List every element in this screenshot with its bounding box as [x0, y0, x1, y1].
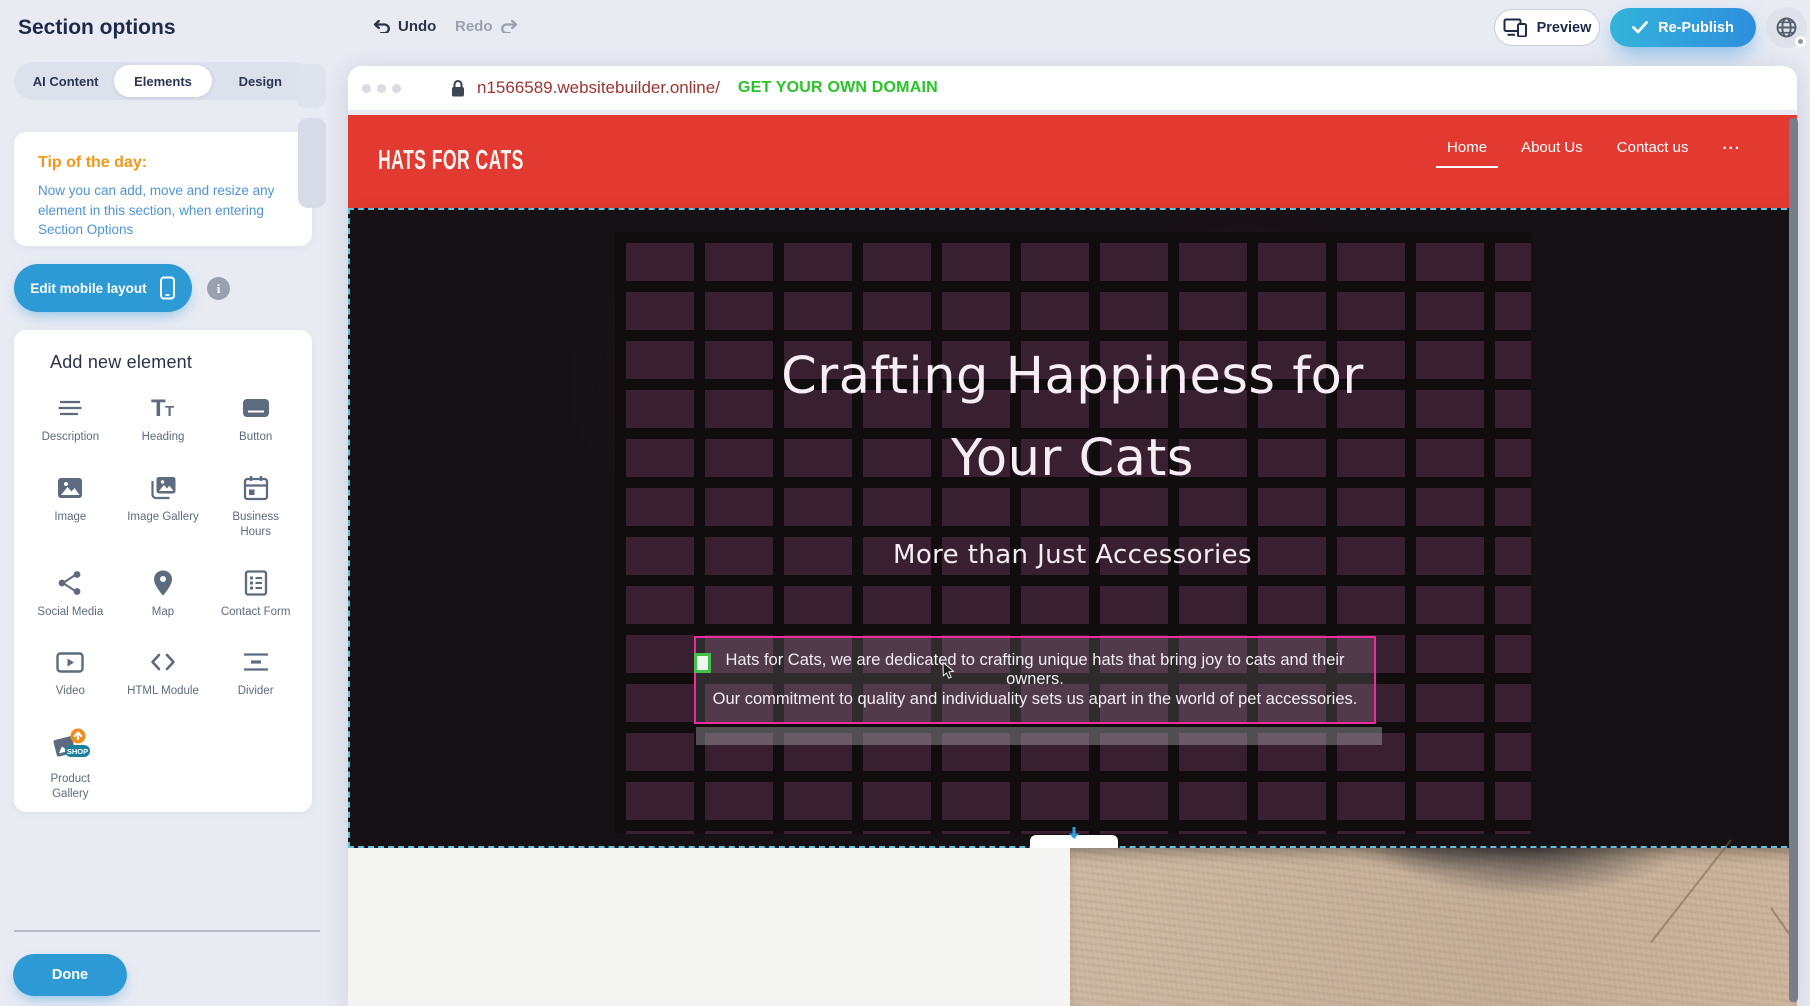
- globe-icon: [1775, 16, 1798, 39]
- product-gallery-icon: SHOP: [48, 727, 92, 765]
- image-gallery-icon: [148, 473, 178, 503]
- redo-label: Redo: [455, 18, 493, 35]
- hero-subtitle: More than Just Accessories: [350, 540, 1795, 570]
- site-canvas: HATS FOR CATS Home About Us Contact us .…: [348, 115, 1797, 1006]
- image-icon: [55, 473, 85, 503]
- selected-text-element[interactable]: Hats for Cats, we are dedicated to craft…: [694, 636, 1376, 724]
- nav-contact-us[interactable]: Contact us: [1617, 139, 1689, 168]
- check-icon: [1632, 21, 1648, 34]
- background-card-peek: [296, 64, 326, 108]
- site-header[interactable]: HATS FOR CATS Home About Us Contact us .…: [348, 115, 1797, 208]
- hero-paragraph-line1: Hats for Cats, we are dedicated to craft…: [696, 651, 1374, 690]
- button-icon: [241, 393, 271, 423]
- hero-section-selected[interactable]: Crafting Happiness for Your Cats More th…: [348, 208, 1797, 848]
- element-map[interactable]: Map: [117, 568, 210, 621]
- republish-label: Re-Publish: [1658, 20, 1734, 36]
- add-element-panel: Add new element Description T T Heading: [14, 330, 312, 812]
- element-image[interactable]: Image: [24, 473, 117, 541]
- paving-photo: [1070, 848, 1797, 1006]
- element-button[interactable]: Button: [209, 393, 302, 446]
- social-media-icon: [55, 568, 85, 598]
- element-product-gallery[interactable]: SHOP Product Gallery: [24, 727, 117, 803]
- add-element-title: Add new element: [24, 352, 302, 373]
- undo-icon: [372, 20, 391, 33]
- globe-status-dot: [1795, 36, 1806, 47]
- video-icon: [55, 647, 85, 677]
- done-button[interactable]: Done: [13, 954, 127, 996]
- language-globe-button[interactable]: [1766, 7, 1807, 48]
- paving-seam: [1650, 839, 1732, 943]
- hero-title-line1: Crafting Happiness for: [350, 336, 1795, 418]
- nav-home[interactable]: Home: [1447, 139, 1487, 168]
- map-pin-icon: [148, 568, 178, 598]
- svg-text:T: T: [151, 395, 166, 422]
- element-highlight-strip: [696, 727, 1382, 745]
- element-social-media[interactable]: Social Media: [24, 568, 117, 621]
- site-preview-window: n1566589.websitebuilder.online/ GET YOUR…: [348, 66, 1797, 1006]
- site-logo[interactable]: HATS FOR CATS: [378, 145, 524, 177]
- description-icon: [55, 393, 85, 423]
- page-scrollbar[interactable]: [1789, 118, 1798, 1002]
- element-divider[interactable]: Divider: [209, 647, 302, 700]
- devices-icon: [1503, 18, 1528, 37]
- hero-paragraph-line2: Our commitment to quality and individual…: [696, 690, 1374, 710]
- preview-label: Preview: [1537, 20, 1592, 36]
- hero-title-line2: Your Cats: [350, 418, 1795, 500]
- element-html-module[interactable]: HTML Module: [117, 647, 210, 700]
- tip-of-the-day-card: Tip of the day: Now you can add, move an…: [14, 132, 312, 246]
- contact-form-icon: [241, 568, 271, 598]
- tab-ai-content[interactable]: AI Content: [17, 65, 114, 97]
- sidebar-divider: [14, 930, 320, 932]
- get-domain-link[interactable]: GET YOUR OWN DOMAIN: [738, 79, 938, 97]
- browser-chrome: n1566589.websitebuilder.online/ GET YOUR…: [348, 66, 1797, 110]
- heading-icon: T T: [148, 393, 178, 423]
- site-url: n1566589.websitebuilder.online/: [477, 78, 720, 98]
- tab-elements[interactable]: Elements: [114, 65, 211, 97]
- phone-icon: [159, 276, 176, 300]
- hero-title: Crafting Happiness for Your Cats: [350, 336, 1795, 500]
- nav-more-menu[interactable]: ...: [1722, 136, 1741, 165]
- element-drag-handle[interactable]: [694, 653, 711, 673]
- business-hours-icon: [241, 473, 271, 503]
- element-description[interactable]: Description: [24, 393, 117, 446]
- undo-button[interactable]: Undo: [372, 18, 436, 35]
- background-card-peek: [298, 118, 326, 208]
- redo-icon: [500, 20, 519, 33]
- edit-mobile-layout-button[interactable]: Edit mobile layout: [14, 264, 192, 312]
- mouse-cursor: [942, 662, 957, 679]
- element-heading[interactable]: T T Heading: [117, 393, 210, 446]
- republish-button[interactable]: Re-Publish: [1610, 8, 1756, 47]
- section-options-editor: Section options Undo Redo Preview Re-Pub…: [0, 0, 1810, 1006]
- divider-icon: [241, 647, 271, 677]
- undo-label: Undo: [398, 18, 436, 35]
- element-grid: Description T T Heading Button: [24, 393, 302, 803]
- edit-mobile-label: Edit mobile layout: [30, 281, 146, 296]
- arrow-down-icon: [1066, 826, 1082, 842]
- tip-body: Now you can add, move and resize any ele…: [38, 181, 288, 240]
- element-image-gallery[interactable]: Image Gallery: [117, 473, 210, 541]
- tip-title: Tip of the day:: [38, 154, 288, 172]
- html-code-icon: [148, 647, 178, 677]
- preview-button[interactable]: Preview: [1494, 9, 1600, 46]
- panel-tabs: AI Content Elements Design: [14, 62, 312, 100]
- next-section[interactable]: [348, 848, 1797, 1006]
- element-business-hours[interactable]: Business Hours: [209, 473, 302, 541]
- window-dots: [362, 84, 401, 93]
- redo-button[interactable]: Redo: [455, 18, 519, 35]
- element-contact-form[interactable]: Contact Form: [209, 568, 302, 621]
- shop-badge: SHOP: [67, 746, 88, 755]
- site-nav: Home About Us Contact us ...: [1447, 139, 1741, 168]
- info-icon[interactable]: i: [207, 277, 230, 300]
- element-video[interactable]: Video: [24, 647, 117, 700]
- svg-text:T: T: [165, 403, 174, 420]
- tab-design[interactable]: Design: [212, 65, 309, 97]
- page-title: Section options: [18, 16, 176, 40]
- lock-icon: [449, 79, 467, 98]
- nav-about-us[interactable]: About Us: [1521, 139, 1583, 168]
